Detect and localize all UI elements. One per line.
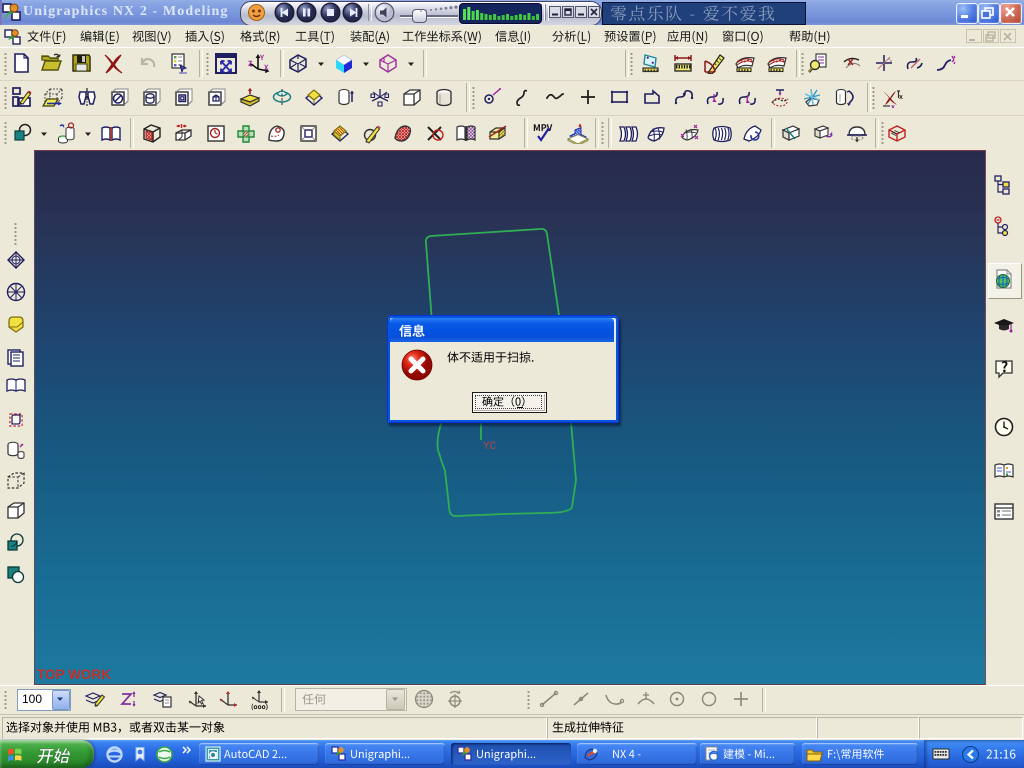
svg-text:YC: YC	[483, 441, 497, 453]
svg-text:TOP WORK: TOP WORK	[37, 667, 111, 682]
